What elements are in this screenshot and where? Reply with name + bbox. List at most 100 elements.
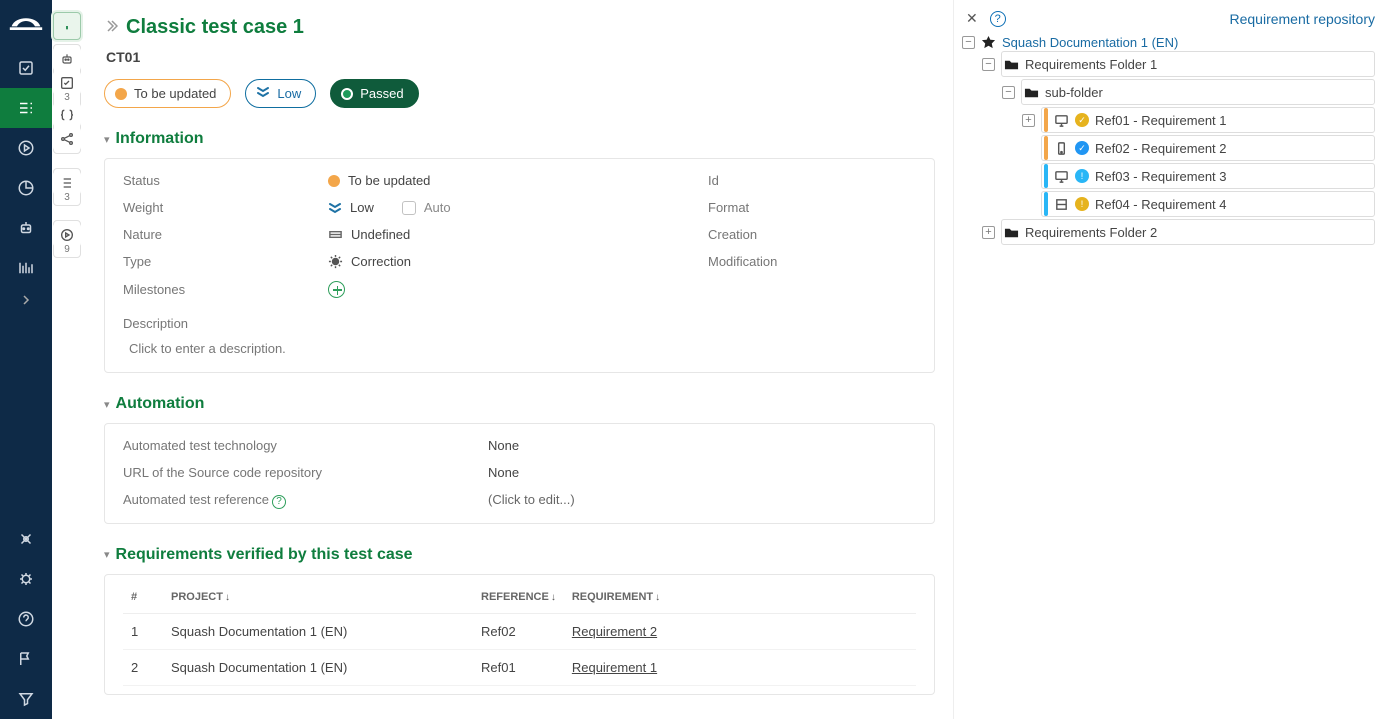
requirements-table: # PROJECT↓ REFERENCE↓ REQUIREMENT↓ 1 Squ… bbox=[123, 581, 916, 686]
automation-panel: Automated test technology None URL of th… bbox=[104, 423, 935, 524]
table-row[interactable]: 1 Squash Documentation 1 (EN) Ref02 Requ… bbox=[123, 613, 916, 649]
tree-folder[interactable]: sub-folder bbox=[1021, 79, 1375, 105]
type-value[interactable]: Correction bbox=[328, 254, 708, 269]
weight-label: Weight bbox=[123, 200, 328, 215]
nav-bugs[interactable] bbox=[0, 559, 52, 599]
app-logo bbox=[8, 12, 44, 36]
rail-list-count: 3 bbox=[64, 193, 70, 203]
main-sidebar bbox=[0, 0, 52, 719]
milestones-value bbox=[328, 281, 708, 298]
status-value[interactable]: To be updated bbox=[328, 173, 708, 188]
nav-automation[interactable] bbox=[0, 208, 52, 248]
information-section-toggle[interactable]: ▾Information bbox=[104, 130, 935, 148]
rail-info[interactable] bbox=[53, 12, 81, 40]
help-icon[interactable]: ? bbox=[272, 495, 286, 509]
detail-rail: 3 3 9 bbox=[50, 0, 84, 719]
collapse-tree-icon[interactable] bbox=[104, 19, 118, 36]
status-dot-icon bbox=[115, 88, 127, 100]
main-content: Classic test case 1 CT01 To be updated L… bbox=[84, 0, 953, 719]
repository-link[interactable]: Requirement repository bbox=[1229, 11, 1375, 27]
page-title: Classic test case 1 bbox=[126, 16, 304, 39]
folder-icon bbox=[1004, 225, 1019, 240]
auto-ref-label: Automated test reference? bbox=[123, 492, 488, 509]
rail-automation[interactable] bbox=[53, 47, 81, 71]
nature-value[interactable]: Undefined bbox=[328, 227, 708, 242]
nav-reports[interactable] bbox=[0, 168, 52, 208]
panel-help-icon[interactable]: ? bbox=[990, 11, 1006, 27]
tree: − Squash Documentation 1 (EN) − Requirem… bbox=[962, 35, 1375, 246]
mobile-icon bbox=[1054, 141, 1069, 156]
status-badge[interactable]: To be updated bbox=[104, 79, 231, 108]
col-req[interactable]: REQUIREMENT↓ bbox=[564, 581, 916, 614]
nav-help[interactable] bbox=[0, 599, 52, 639]
tree-item[interactable]: ! Ref04 - Requirement 4 bbox=[1041, 191, 1375, 217]
tree-folder[interactable]: Requirements Folder 1 bbox=[1001, 51, 1375, 77]
creation-label: Creation bbox=[708, 227, 828, 242]
tree-item[interactable]: ✓ Ref02 - Requirement 2 bbox=[1041, 135, 1375, 161]
exec-badge-label: Passed bbox=[360, 86, 403, 101]
folder-icon bbox=[1004, 57, 1019, 72]
automation-section-toggle[interactable]: ▾Automation bbox=[104, 395, 935, 413]
auto-tech-value[interactable]: None bbox=[488, 438, 916, 453]
description-input[interactable]: Click to enter a description. bbox=[129, 341, 916, 356]
requirement-link[interactable]: Requirement 1 bbox=[572, 660, 657, 675]
nav-admin[interactable] bbox=[0, 519, 52, 559]
weight-badge[interactable]: Low bbox=[245, 79, 316, 108]
nav-flag[interactable] bbox=[0, 639, 52, 679]
status-icon: ! bbox=[1075, 197, 1089, 211]
execution-badge[interactable]: Passed bbox=[330, 79, 418, 108]
automation-heading: Automation bbox=[116, 395, 205, 413]
col-ref[interactable]: REFERENCE↓ bbox=[473, 581, 564, 614]
weight-value[interactable]: Low Auto bbox=[328, 200, 708, 215]
exec-dot-icon bbox=[341, 88, 353, 100]
status-badge-label: To be updated bbox=[134, 86, 216, 101]
id-label: Id bbox=[708, 173, 828, 188]
rail-exec-count: 9 bbox=[64, 245, 70, 255]
milestones-label: Milestones bbox=[123, 282, 328, 297]
nav-testcases[interactable] bbox=[0, 88, 52, 128]
monitor-icon bbox=[1054, 169, 1069, 184]
sidebar-expand[interactable] bbox=[0, 288, 52, 312]
col-project[interactable]: PROJECT↓ bbox=[163, 581, 473, 614]
rail-share[interactable] bbox=[53, 127, 81, 151]
add-milestone-button[interactable] bbox=[328, 281, 345, 298]
information-heading: Information bbox=[116, 130, 204, 148]
folder-icon bbox=[1024, 85, 1039, 100]
nav-campaigns[interactable] bbox=[0, 128, 52, 168]
tree-toggle[interactable]: − bbox=[1002, 86, 1015, 99]
auto-repo-value[interactable]: None bbox=[488, 465, 916, 480]
auto-repo-label: URL of the Source code repository bbox=[123, 465, 488, 480]
box-icon bbox=[1054, 197, 1069, 212]
close-panel-button[interactable]: ✕ bbox=[962, 10, 982, 27]
nav-home[interactable] bbox=[0, 48, 52, 88]
tree-toggle[interactable]: + bbox=[982, 226, 995, 239]
nature-label: Nature bbox=[123, 227, 328, 242]
status-badges: To be updated Low Passed bbox=[104, 79, 935, 108]
requirements-heading: Requirements verified by this test case bbox=[116, 546, 413, 564]
tree-toggle[interactable]: + bbox=[1022, 114, 1035, 127]
requirements-section-toggle[interactable]: ▾Requirements verified by this test case bbox=[104, 546, 935, 564]
rail-group-3: 9 bbox=[53, 220, 81, 258]
nav-filter[interactable] bbox=[0, 679, 52, 719]
col-num[interactable]: # bbox=[123, 581, 163, 614]
status-icon: ✓ bbox=[1075, 113, 1089, 127]
auto-checkbox[interactable] bbox=[402, 201, 416, 215]
rail-params[interactable] bbox=[53, 103, 81, 127]
table-row[interactable]: 2 Squash Documentation 1 (EN) Ref01 Requ… bbox=[123, 649, 916, 685]
description-label: Description bbox=[123, 316, 916, 331]
auto-tech-label: Automated test technology bbox=[123, 438, 488, 453]
star-icon bbox=[981, 35, 996, 50]
auto-ref-value[interactable]: (Click to edit...) bbox=[488, 492, 916, 509]
information-panel: Status To be updated Id Weight Low Auto … bbox=[104, 158, 935, 373]
nav-custom[interactable] bbox=[0, 248, 52, 288]
format-label: Format bbox=[708, 200, 828, 215]
tree-item[interactable]: ! Ref03 - Requirement 3 bbox=[1041, 163, 1375, 189]
tree-item[interactable]: ✓ Ref01 - Requirement 1 bbox=[1041, 107, 1375, 133]
tree-toggle[interactable]: − bbox=[962, 36, 975, 49]
tree-toggle[interactable]: − bbox=[982, 58, 995, 71]
weight-badge-label: Low bbox=[277, 86, 301, 101]
requirement-link[interactable]: Requirement 2 bbox=[572, 624, 657, 639]
tree-folder[interactable]: Requirements Folder 2 bbox=[1001, 219, 1375, 245]
weight-icon bbox=[256, 85, 270, 102]
tree-root[interactable]: Squash Documentation 1 (EN) bbox=[1002, 35, 1178, 50]
